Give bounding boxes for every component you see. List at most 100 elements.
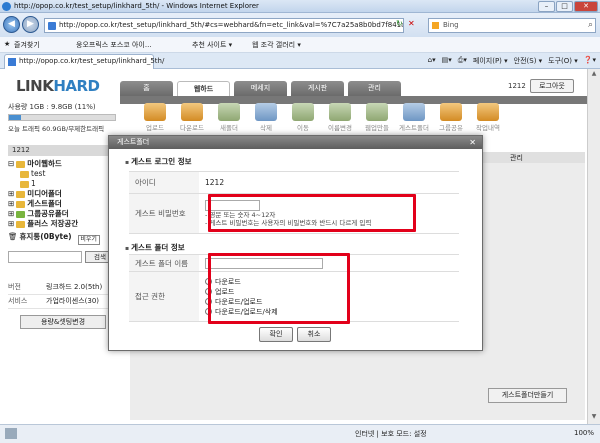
highlight-folder-box [208,253,350,324]
delete-tool[interactable]: 삭제 [249,103,283,132]
favorites-bar: ★ 즐겨찾기 웅오프릭스 포스코 아이... 추천 사이트 ▾ 웹 조각 갤러리… [0,37,600,53]
minimize-button[interactable]: – [538,1,555,12]
access-label: 접근 권한 [129,271,199,322]
upload-tool[interactable]: 업로드 [138,103,172,132]
address-bar: ◀ ▶ http://opop.co.kr/test_setup/linkhar… [0,13,600,37]
scroll-up-icon[interactable]: ▲ [589,70,599,80]
web-link-tool[interactable]: 웹업만들 [360,103,394,132]
safety-menu[interactable]: 안전(S) ▾ [514,56,543,66]
folder-icon [16,220,26,228]
col-manage: 관리 [510,154,523,162]
feed-icon[interactable]: ▤▾ [442,56,452,66]
capacity-settings-button[interactable]: 용량&셋팅변경 [20,315,106,329]
delete-icon [255,103,277,121]
site-logo[interactable]: LINKHARD [16,77,100,95]
help-menu[interactable]: ❓▾ [584,56,596,66]
page-scrollbar[interactable]: ▲ ▼ [587,69,600,424]
new-folder-icon [218,103,240,121]
web-link-icon [366,103,388,121]
group-share-tool[interactable]: 그룹공유 [434,103,468,132]
close-window-button[interactable]: ✕ [574,1,598,12]
favorites-star-icon[interactable]: ★ [4,40,10,48]
nav-home[interactable]: 홈 [120,81,173,96]
maximize-button[interactable]: □ [556,1,573,12]
print-icon[interactable]: ⎙▾ [458,56,467,66]
security-zone: 인터넷 | 보호 모드: 설정 [355,430,427,438]
search-icon[interactable]: ⌕ [588,19,593,32]
back-button[interactable]: ◀ [3,16,20,33]
upload-icon [144,103,166,121]
dialog-title: 게스트폴더 [117,138,150,146]
guest-folder-dialog: 게스트폴더✕ 게스트 로그인 정보 아이디1212 게스트 비밀번호 - 영문 … [108,135,483,351]
usage-progress [8,114,116,121]
folder-search-input[interactable] [8,251,82,263]
history-tool[interactable]: 작업내역 [471,103,505,132]
group-folder-icon [16,210,26,218]
tab-bar: http://opop.co.kr/test_setup/linkhard_5t… [0,53,600,69]
id-label: 아이디 [129,171,199,194]
page-menu[interactable]: 페이지(P) ▾ [473,56,508,66]
id-value: 1212 [199,171,459,194]
rename-tool[interactable]: 이름변경 [323,103,357,132]
section-guest-folder: 게스트 폴더 정보 [125,242,185,253]
trash-icon: 🗑 [8,232,18,241]
ie-logo-icon [2,2,11,11]
file-toolbar: 업로드 다운로드 새폴더 삭제 이동 이름변경 웹업만들 게스트폴더 그룹공유 … [138,103,505,132]
folder-icon [16,200,26,208]
folder-icon [16,190,26,198]
new-folder-tool[interactable]: 새폴더 [212,103,246,132]
refresh-icon[interactable]: ↻ [396,19,403,28]
browser-tab[interactable]: http://opop.co.kr/test_setup/linkhard_5t… [4,54,164,69]
done-icon [5,428,17,439]
guest-folder-tool[interactable]: 게스트폴더 [397,103,431,132]
window-titlebar: http://opop.co.kr/test_setup/linkhard_5t… [0,0,600,13]
site-nav: 홈 웹하드 메세지 게시판 관리 [120,81,405,96]
dialog-header: 게스트폴더 ✕ [109,136,482,149]
logo-part-b: HARD [53,77,100,95]
password-label: 게스트 비밀번호 [129,193,199,234]
nav-board[interactable]: 게시판 [291,81,344,96]
current-user: 1212 [508,82,526,90]
favorite-item-2[interactable]: 추천 사이트 ▾ [192,40,232,50]
highlight-password-box [208,194,416,232]
stop-icon[interactable]: ✕ [408,19,415,28]
traffic-text: 오늘 트래픽 60.9GB/무제한트래픽 [8,125,105,133]
scroll-down-icon[interactable]: ▼ [589,413,599,423]
group-share-icon [440,103,462,121]
window-title: http://opop.co.kr/test_setup/linkhard_5t… [14,2,259,10]
dialog-close-icon[interactable]: ✕ [469,136,476,149]
usage-progress-fill [9,115,21,120]
guest-folder-icon [403,103,425,121]
search-input[interactable]: Bing ⌕ [428,18,596,33]
usage-text: 사용량 1GB : 9.8GB (11%) [8,103,96,111]
confirm-button[interactable]: 확인 [259,327,293,342]
nav-message[interactable]: 메세지 [234,81,287,96]
tools-menu[interactable]: 도구(O) ▾ [548,56,578,66]
search-placeholder: Bing [443,21,459,29]
cancel-button[interactable]: 취소 [297,327,331,342]
empty-trash-button[interactable]: 비우기 [77,235,100,245]
rename-icon [329,103,351,121]
move-icon [292,103,314,121]
favorite-item-3[interactable]: 웹 조각 갤러리 ▾ [252,40,301,50]
favorites-button[interactable]: 즐겨찾기 [14,40,40,50]
zoom-level[interactable]: 100% [574,429,594,437]
nav-admin[interactable]: 관리 [348,81,401,96]
download-icon [181,103,203,121]
folder-icon [16,160,26,168]
move-tool[interactable]: 이동 [286,103,320,132]
home-icon[interactable]: ⌂▾ [428,56,436,66]
status-bar: 인터넷 | 보호 모드: 설정 100% [0,424,600,443]
logout-button[interactable]: 로그아웃 [530,79,574,93]
forward-button[interactable]: ▶ [22,16,39,33]
download-tool[interactable]: 다운로드 [175,103,209,132]
favorite-item-1[interactable]: 웅오프릭스 포스코 아이... [76,40,152,50]
section-guest-login: 게스트 로그인 정보 [125,156,191,167]
folder-name-label: 게스트 폴더 이름 [129,254,199,272]
history-icon [477,103,499,121]
url-input[interactable]: http://opop.co.kr/test_setup/linkhard_5t… [44,18,404,33]
folder-icon [20,180,29,188]
make-guest-folder-button[interactable]: 게스트폴더만들기 [488,388,567,403]
folder-icon [20,170,29,178]
nav-webhard[interactable]: 웹하드 [177,81,230,96]
